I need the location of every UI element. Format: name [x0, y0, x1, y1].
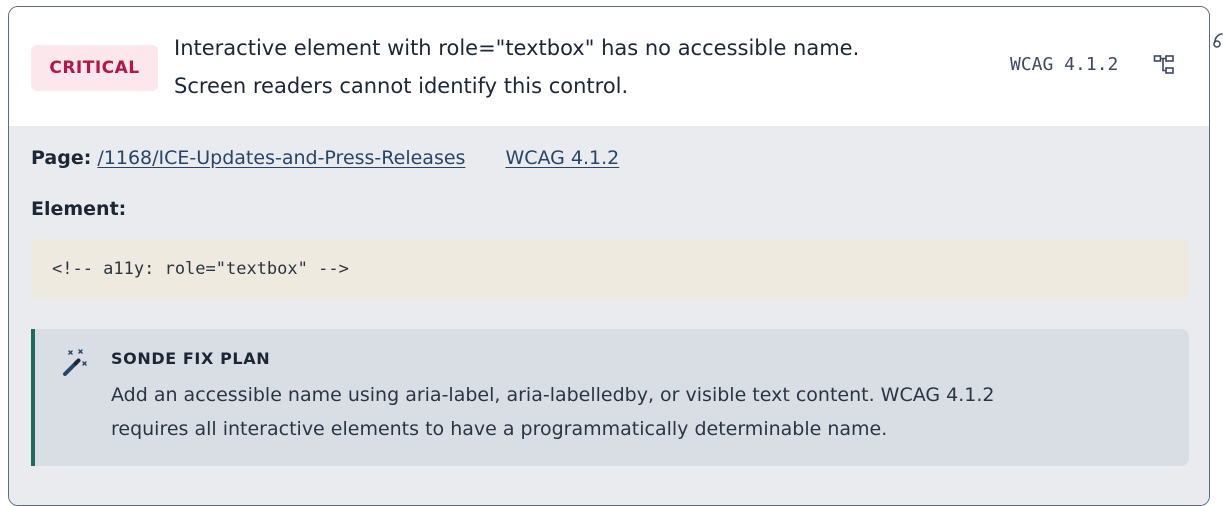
fix-plan-text: Add an accessible name using aria-label,…	[111, 378, 1171, 446]
severity-badge: CRITICAL	[31, 45, 158, 91]
page-link[interactable]: /1168/ICE-Updates-and-Press-Releases	[97, 147, 465, 169]
issue-message-line: Screen readers cannot identify this cont…	[174, 74, 629, 98]
issue-details: Page: /1168/ICE-Updates-and-Press-Releas…	[9, 126, 1209, 505]
hierarchy-icon[interactable]	[1153, 54, 1175, 76]
page-row: Page: /1168/ICE-Updates-and-Press-Releas…	[31, 147, 619, 169]
page-label: Page:	[31, 147, 92, 169]
wcag-link[interactable]: WCAG 4.1.2	[505, 147, 619, 169]
issue-header[interactable]: CRITICAL Interactive element with role="…	[9, 7, 1209, 127]
fix-plan-line: Add an accessible name using aria-label,…	[111, 384, 995, 406]
element-label: Element:	[31, 198, 127, 220]
wcag-criterion-tag: WCAG 4.1.2	[1010, 54, 1119, 75]
fix-plan-line: requires all interactive elements to hav…	[111, 418, 888, 440]
issue-card: CRITICAL Interactive element with role="…	[8, 6, 1210, 506]
issue-message: Interactive element with role="textbox" …	[174, 29, 974, 105]
fix-plan-panel: SONDE FIX PLAN Add an accessible name us…	[31, 329, 1189, 466]
element-code: <!-- a11y: role="textbox" -->	[31, 239, 1189, 299]
link-icon[interactable]	[1212, 32, 1223, 48]
magic-wand-icon	[63, 349, 87, 376]
fix-plan-title: SONDE FIX PLAN	[111, 349, 271, 368]
issue-message-line: Interactive element with role="textbox" …	[174, 36, 860, 60]
